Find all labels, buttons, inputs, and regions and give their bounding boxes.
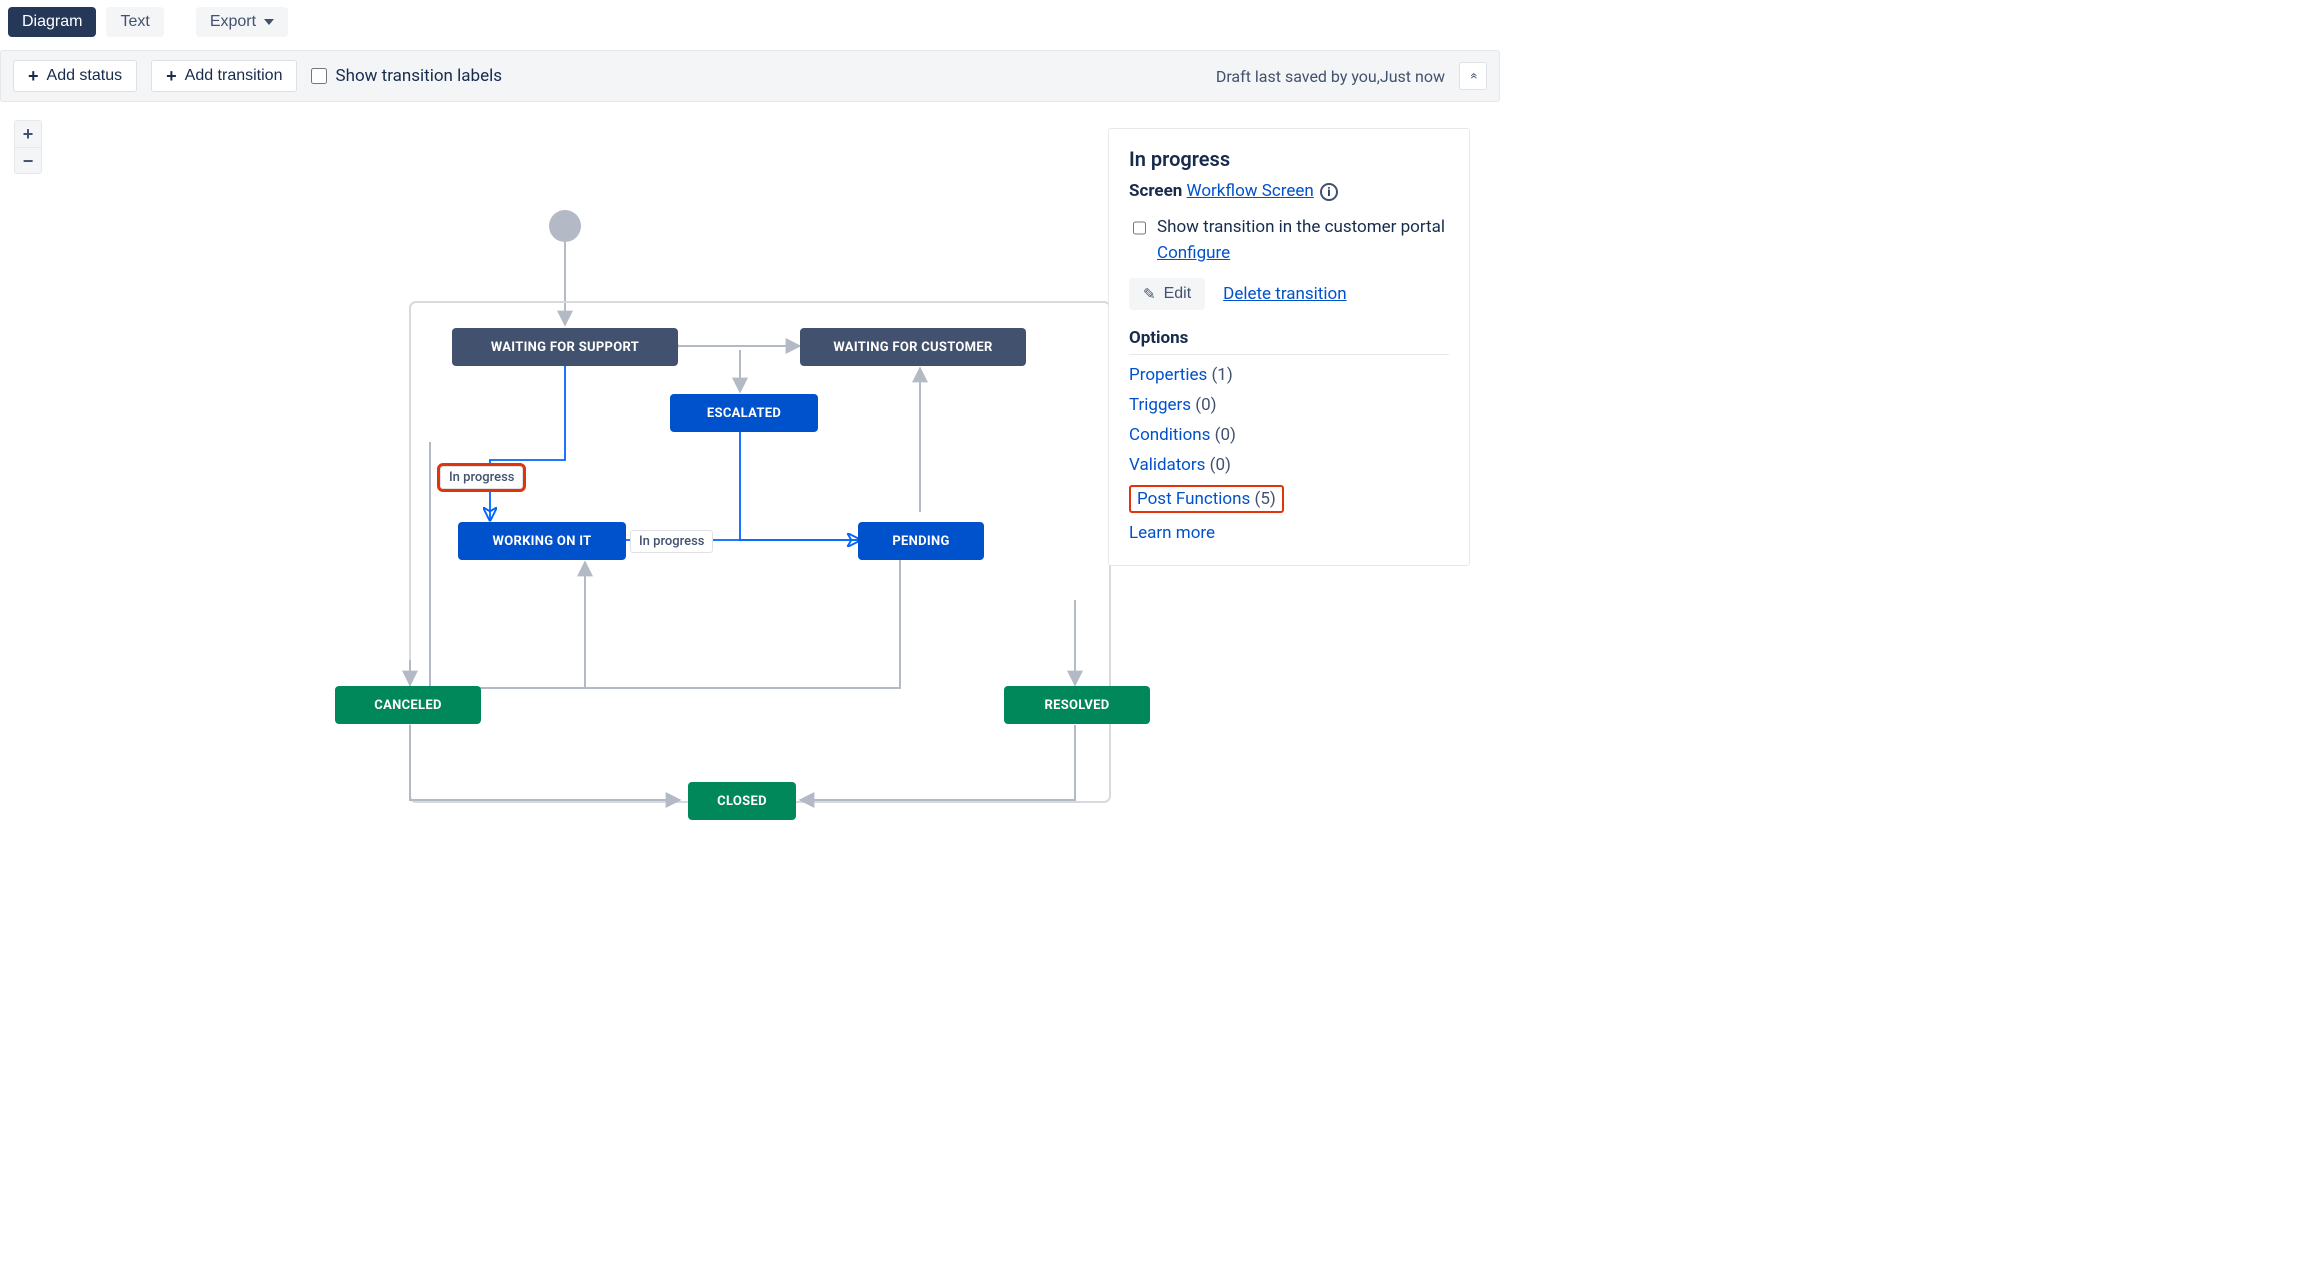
transition-label-in-progress-selected[interactable]: In progress xyxy=(440,466,523,489)
option-post-functions: Post Functions (5) xyxy=(1129,485,1449,513)
tab-export-label: Export xyxy=(210,13,256,31)
node-waiting-for-customer[interactable]: WAITING FOR CUSTOMER xyxy=(800,328,1026,366)
start-node[interactable] xyxy=(549,210,581,242)
delete-transition-link[interactable]: Delete transition xyxy=(1223,284,1346,304)
show-portal-text: Show transition in the customer portal xyxy=(1157,217,1445,237)
collapse-panel-button[interactable]: » xyxy=(1459,62,1487,90)
show-transition-labels-toggle[interactable]: Show transition labels xyxy=(311,66,502,86)
screen-row: Screen Workflow Screen i xyxy=(1129,181,1449,201)
view-tabs: Diagram Text Export xyxy=(0,0,1500,44)
node-escalated[interactable]: ESCALATED xyxy=(670,394,818,432)
tab-export[interactable]: Export xyxy=(196,7,288,37)
add-transition-label: Add transition xyxy=(185,67,283,85)
toolbar: + Add status + Add transition Show trans… xyxy=(0,50,1500,102)
validators-link[interactable]: Validators xyxy=(1129,455,1205,475)
triggers-link[interactable]: Triggers xyxy=(1129,395,1191,415)
show-in-portal-toggle[interactable]: Show transition in the customer portal C… xyxy=(1129,215,1449,266)
node-working-on-it[interactable]: WORKING ON IT xyxy=(458,522,626,560)
edit-button[interactable]: ✎ Edit xyxy=(1129,278,1205,310)
option-validators: Validators (0) xyxy=(1129,455,1449,475)
show-in-portal-checkbox[interactable] xyxy=(1133,220,1146,236)
draft-status: Draft last saved by you,Just now xyxy=(1216,67,1445,86)
configure-link[interactable]: Configure xyxy=(1157,243,1230,263)
panel-title: In progress xyxy=(1129,147,1449,171)
transition-label-in-progress[interactable]: In progress xyxy=(630,530,713,553)
properties-count: (1) xyxy=(1211,365,1232,385)
option-conditions: Conditions (0) xyxy=(1129,425,1449,445)
show-labels-text: Show transition labels xyxy=(335,66,502,86)
plus-icon: + xyxy=(28,69,39,83)
properties-link[interactable]: Properties xyxy=(1129,365,1207,385)
option-learn-more: Learn more xyxy=(1129,523,1449,543)
node-resolved[interactable]: RESOLVED xyxy=(1004,686,1150,724)
screen-link[interactable]: Workflow Screen xyxy=(1187,181,1314,201)
chevron-down-icon xyxy=(264,19,274,25)
double-chevron-icon: » xyxy=(1465,73,1481,80)
add-status-label: Add status xyxy=(47,67,123,85)
edit-label: Edit xyxy=(1164,285,1192,303)
show-labels-checkbox[interactable] xyxy=(311,68,327,84)
panel-actions: ✎ Edit Delete transition xyxy=(1129,278,1449,310)
triggers-count: (0) xyxy=(1195,395,1216,415)
add-status-button[interactable]: + Add status xyxy=(13,60,137,92)
post-functions-highlight: Post Functions (5) xyxy=(1129,485,1284,513)
node-canceled[interactable]: CANCELED xyxy=(335,686,481,724)
validators-count: (0) xyxy=(1210,455,1231,475)
node-waiting-for-support[interactable]: WAITING FOR SUPPORT xyxy=(452,328,678,366)
plus-icon: + xyxy=(166,69,177,83)
option-properties: Properties (1) xyxy=(1129,365,1449,385)
screen-label: Screen xyxy=(1129,181,1182,201)
node-closed[interactable]: CLOSED xyxy=(688,782,796,820)
options-list: Properties (1) Triggers (0) Conditions (… xyxy=(1129,365,1449,543)
option-triggers: Triggers (0) xyxy=(1129,395,1449,415)
pencil-icon: ✎ xyxy=(1143,285,1156,303)
tab-text[interactable]: Text xyxy=(106,7,163,37)
post-functions-link[interactable]: Post Functions xyxy=(1137,489,1250,509)
post-functions-count: (5) xyxy=(1255,489,1276,509)
options-heading: Options xyxy=(1129,328,1449,355)
info-icon[interactable]: i xyxy=(1320,183,1338,201)
node-pending[interactable]: PENDING xyxy=(858,522,984,560)
add-transition-button[interactable]: + Add transition xyxy=(151,60,297,92)
tab-diagram[interactable]: Diagram xyxy=(8,7,96,37)
conditions-count: (0) xyxy=(1215,425,1236,445)
conditions-link[interactable]: Conditions xyxy=(1129,425,1210,445)
learn-more-link[interactable]: Learn more xyxy=(1129,523,1215,543)
transition-detail-panel: In progress Screen Workflow Screen i Sho… xyxy=(1108,128,1470,566)
